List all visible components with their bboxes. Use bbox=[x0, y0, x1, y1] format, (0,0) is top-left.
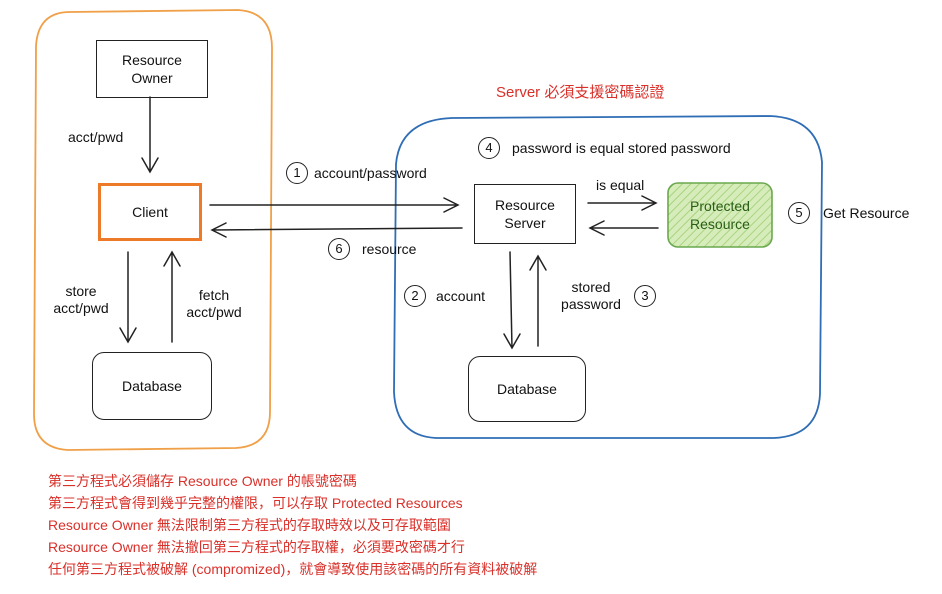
resource-server-node: Resource Server bbox=[474, 184, 576, 244]
step-6-icon: 6 bbox=[328, 238, 350, 260]
client-database-label: Database bbox=[122, 378, 182, 394]
protected-resource-label: Protected Resource bbox=[690, 198, 750, 232]
client-label: Client bbox=[132, 204, 168, 220]
arrow-client-to-db bbox=[119, 251, 137, 344]
server-group-outline bbox=[393, 115, 823, 439]
step-1-icon: 1 bbox=[286, 162, 308, 184]
label-account-password: account/password bbox=[314, 165, 427, 181]
server-title: Server 必須支援密碼認證 bbox=[496, 84, 665, 101]
protected-resource-node: Protected Resource bbox=[668, 183, 772, 247]
label-stored-password: stored password bbox=[561, 279, 621, 312]
client-node: Client bbox=[98, 183, 202, 241]
step-4-icon: 4 bbox=[478, 137, 500, 159]
arrow-owner-to-client bbox=[141, 96, 159, 174]
label-store-acct-pwd: store acct/pwd bbox=[53, 283, 109, 316]
arrow-server-to-client bbox=[210, 222, 463, 238]
label-fetch-acct-pwd: fetch acct/pwd bbox=[186, 287, 242, 320]
arrow-server-to-protected bbox=[587, 195, 658, 211]
note-line: Resource Owner 無法限制第三方程式的存取時效以及可存取範圍 bbox=[48, 517, 451, 533]
note-line: 任何第三方程式被破解 (compromized)，就會導致使用該密碼的所有資料被… bbox=[48, 561, 538, 577]
note-line: 第三方程式必須儲存 Resource Owner 的帳號密碼 bbox=[48, 473, 357, 489]
resource-server-label: Resource Server bbox=[495, 197, 555, 231]
notes-list: 第三方程式必須儲存 Resource Owner 的帳號密碼 第三方程式會得到幾… bbox=[48, 470, 537, 580]
label-get-resource: Get Resource bbox=[823, 205, 910, 221]
label-acct-pwd: acct/pwd bbox=[68, 129, 124, 145]
client-database-node: Database bbox=[92, 352, 212, 420]
label-resource: resource bbox=[362, 241, 417, 257]
arrow-db-to-server bbox=[529, 254, 547, 347]
step-3-icon: 3 bbox=[634, 285, 656, 307]
note-line: Resource Owner 無法撤回第三方程式的存取權，必須要改密碼才行 bbox=[48, 539, 465, 555]
note-line: 第三方程式會得到幾乎完整的權限，可以存取 Protected Resources bbox=[48, 495, 463, 511]
label-password-equal: password is equal stored password bbox=[512, 140, 731, 156]
label-is-equal: is equal bbox=[596, 177, 645, 193]
server-database-node: Database bbox=[468, 356, 586, 422]
step-2-icon: 2 bbox=[404, 285, 426, 307]
server-database-label: Database bbox=[497, 381, 557, 397]
resource-owner-node: Resource Owner bbox=[96, 40, 208, 98]
label-account: account bbox=[436, 288, 486, 304]
arrow-protected-to-server bbox=[588, 220, 659, 236]
resource-owner-label: Resource Owner bbox=[122, 52, 182, 86]
arrow-server-to-db bbox=[503, 251, 521, 350]
step-5-icon: 5 bbox=[788, 202, 810, 224]
arrow-client-to-server bbox=[209, 197, 460, 213]
